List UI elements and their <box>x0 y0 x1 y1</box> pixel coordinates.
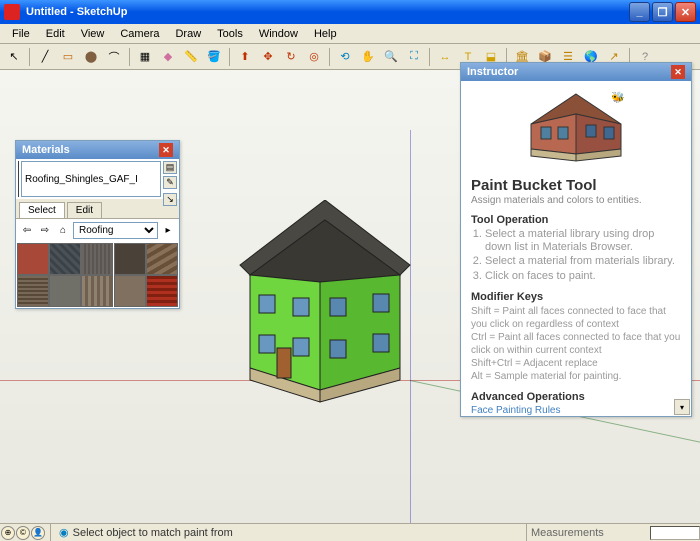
zoom-tool-icon[interactable]: 🔍 <box>381 47 401 67</box>
materials-details-icon[interactable]: ▸ <box>160 223 176 239</box>
materials-forward-icon[interactable]: ⇨ <box>37 223 53 239</box>
rotate-tool-icon[interactable]: ↻ <box>281 47 301 67</box>
select-tool-icon[interactable]: ↖ <box>4 47 24 67</box>
material-create-icon[interactable]: ✎ <box>163 176 177 189</box>
instructor-section-modifiers: Modifier Keys <box>471 291 681 303</box>
offset-tool-icon[interactable]: ◎ <box>304 47 324 67</box>
material-thumb[interactable] <box>49 275 81 307</box>
minimize-button[interactable]: _ <box>629 2 650 22</box>
status-hint-text: Select object to match paint from <box>73 527 233 539</box>
line-tool-icon[interactable]: ╱ <box>35 47 55 67</box>
paint-bucket-icon[interactable]: 🪣 <box>204 47 224 67</box>
rectangle-tool-icon[interactable]: ▭ <box>58 47 78 67</box>
status-hint-icon: ◉ <box>59 526 69 539</box>
instructor-heading: Paint Bucket Tool <box>471 177 681 194</box>
status-geo-icon[interactable]: ⊕ <box>1 526 15 540</box>
eraser-tool-icon[interactable]: ◆ <box>158 47 178 67</box>
tape-measure-icon[interactable]: 📏 <box>181 47 201 67</box>
menu-edit[interactable]: Edit <box>38 26 73 42</box>
status-bar: ⊕ © 👤 ◉ Select object to match paint fro… <box>0 523 700 541</box>
push-pull-icon[interactable]: ⬆ <box>235 47 255 67</box>
material-thumb[interactable] <box>146 243 178 275</box>
window-title: Untitled - SketchUp <box>26 6 629 18</box>
materials-grid <box>16 242 179 308</box>
measurements-label: Measurements <box>531 527 604 539</box>
status-user-icon[interactable]: 👤 <box>31 526 45 540</box>
materials-panel-title: Materials <box>22 144 159 156</box>
material-display-icon[interactable]: ▤ <box>163 161 177 174</box>
instructor-panel-title: Instructor <box>467 66 671 78</box>
app-icon <box>4 4 20 20</box>
materials-tab-edit[interactable]: Edit <box>67 202 102 218</box>
menu-tools[interactable]: Tools <box>209 26 251 42</box>
material-thumb[interactable] <box>17 243 49 275</box>
menu-draw[interactable]: Draw <box>167 26 209 42</box>
materials-library-dropdown[interactable]: Roofing <box>73 222 158 239</box>
instructor-illustration: 🐝 <box>516 89 636 169</box>
material-thumb[interactable] <box>49 243 81 275</box>
materials-panel[interactable]: Materials ✕ ▤ ✎ ↘ Select Edit ⇦ ⇨ ⌂ Roof… <box>15 140 180 309</box>
material-name-input[interactable] <box>21 161 161 197</box>
orbit-tool-icon[interactable]: ⟲ <box>335 47 355 67</box>
material-thumb[interactable] <box>17 275 49 307</box>
material-thumb[interactable] <box>81 275 113 307</box>
materials-panel-titlebar[interactable]: Materials ✕ <box>16 141 179 159</box>
dimension-tool-icon[interactable]: ↔ <box>435 47 455 67</box>
close-button[interactable]: ✕ <box>675 2 696 22</box>
material-dropper-icon[interactable]: ↘ <box>163 193 177 206</box>
menu-window[interactable]: Window <box>251 26 306 42</box>
svg-text:🐝: 🐝 <box>611 91 625 104</box>
component-tool-icon[interactable]: ▦ <box>135 47 155 67</box>
move-tool-icon[interactable]: ✥ <box>258 47 278 67</box>
menu-file[interactable]: File <box>4 26 38 42</box>
instructor-link-face-painting[interactable]: Face Painting Rules <box>471 405 681 416</box>
instructor-section-advanced: Advanced Operations <box>471 391 681 403</box>
instructor-body: 🐝 Paint Bucket Tool Assign materials and… <box>461 81 691 416</box>
instructor-steps: Select a material library using drop dow… <box>485 228 681 283</box>
circle-tool-icon[interactable]: ⬤ <box>81 47 101 67</box>
scroll-down-icon[interactable]: ▾ <box>674 399 690 415</box>
material-thumb[interactable] <box>146 275 178 307</box>
material-thumb[interactable] <box>81 243 113 275</box>
measurements-input[interactable] <box>650 526 700 540</box>
menu-help[interactable]: Help <box>306 26 345 42</box>
materials-home-icon[interactable]: ⌂ <box>55 223 71 239</box>
menu-camera[interactable]: Camera <box>112 26 167 42</box>
maximize-button[interactable]: ❐ <box>652 2 673 22</box>
pan-tool-icon[interactable]: ✋ <box>358 47 378 67</box>
instructor-panel[interactable]: Instructor ✕ 🐝 Paint Bucket Tool Assign … <box>460 62 692 417</box>
material-thumb[interactable] <box>114 275 146 307</box>
arc-tool-icon[interactable]: ⌒ <box>104 47 124 67</box>
window-titlebar: Untitled - SketchUp _ ❐ ✕ <box>0 0 700 24</box>
instructor-subtitle: Assign materials and colors to entities. <box>471 195 681 206</box>
status-credits-icon[interactable]: © <box>16 526 30 540</box>
material-preview-swatch <box>18 161 19 197</box>
instructor-section-operation: Tool Operation <box>471 214 681 226</box>
materials-back-icon[interactable]: ⇦ <box>19 223 35 239</box>
instructor-close-button[interactable]: ✕ <box>671 65 685 79</box>
menu-view[interactable]: View <box>73 26 113 42</box>
instructor-panel-titlebar[interactable]: Instructor ✕ <box>461 63 691 81</box>
house-model[interactable] <box>225 200 425 420</box>
materials-close-button[interactable]: ✕ <box>159 143 173 157</box>
material-thumb[interactable] <box>114 243 146 275</box>
zoom-extents-icon[interactable]: ⛶ <box>404 47 424 67</box>
menu-bar: File Edit View Camera Draw Tools Window … <box>0 24 700 44</box>
materials-tab-select[interactable]: Select <box>19 202 65 218</box>
